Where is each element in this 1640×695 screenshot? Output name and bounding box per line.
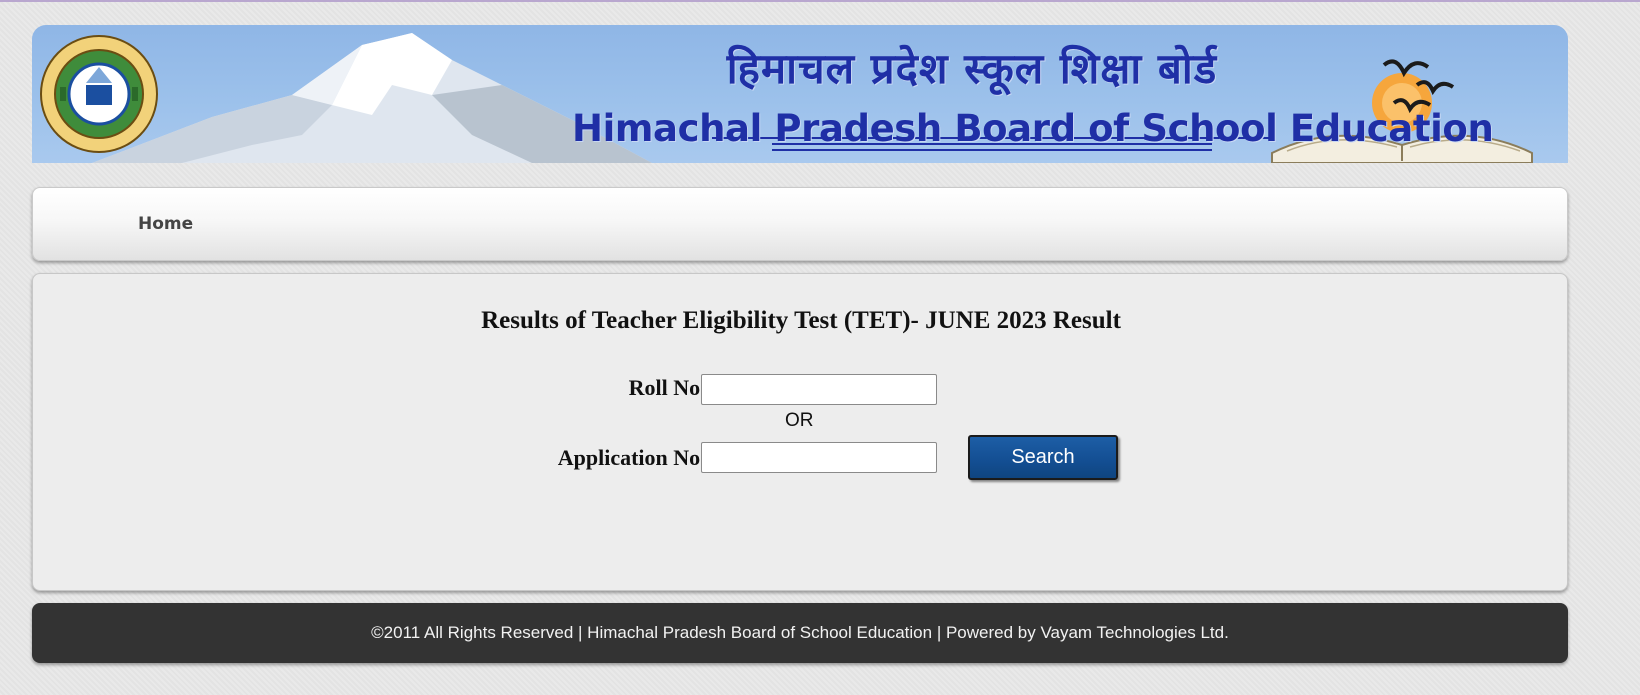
application-no-label: Application No : bbox=[557, 445, 713, 470]
nav-item-home[interactable]: Home bbox=[138, 214, 193, 234]
footer-copyright: ©2011 All Rights Reserved | Himachal Pra… bbox=[371, 623, 1229, 642]
header-banner: हिमाचल प्रदेश स्कूल शिक्षा बोर्ड Himacha… bbox=[32, 25, 1568, 163]
footer: ©2011 All Rights Reserved | Himachal Pra… bbox=[32, 603, 1568, 663]
or-separator: OR bbox=[785, 410, 814, 431]
result-search-panel: Results of Teacher Eligibility Test (TET… bbox=[32, 273, 1568, 591]
hpbose-seal-icon bbox=[40, 35, 158, 153]
board-title-english: Himachal Pradesh Board of School Educati… bbox=[572, 107, 1494, 150]
page-title: Results of Teacher Eligibility Test (TET… bbox=[481, 307, 1121, 334]
application-no-input[interactable] bbox=[701, 442, 937, 473]
nav-bar: Home bbox=[32, 187, 1568, 261]
search-button[interactable]: Search bbox=[968, 435, 1118, 480]
roll-no-input[interactable] bbox=[701, 374, 937, 405]
roll-no-label: Roll No : bbox=[628, 375, 713, 400]
board-title-hindi: हिमाचल प्रदेश स्कूल शिक्षा बोर्ड bbox=[726, 44, 1218, 93]
